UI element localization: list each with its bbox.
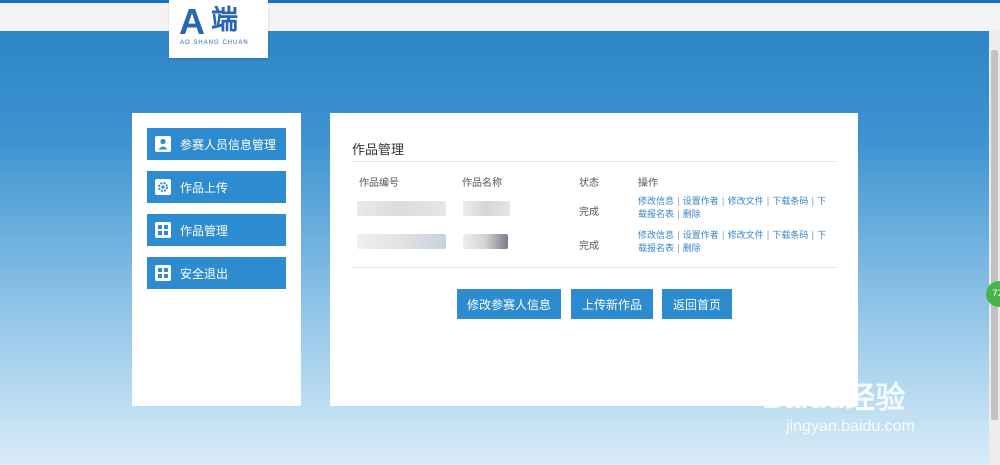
- status-text: 完成: [579, 207, 599, 218]
- edit-info-link[interactable]: 修改信息: [638, 231, 674, 241]
- grid-icon: [155, 222, 171, 238]
- divider: [352, 267, 836, 268]
- delete-link[interactable]: 删除: [683, 210, 701, 220]
- column-header-id: 作品编号: [359, 178, 399, 189]
- column-header-actions: 操作: [638, 178, 658, 189]
- status-text: 完成: [579, 241, 599, 252]
- column-header-status: 状态: [579, 178, 599, 189]
- top-bar: [0, 0, 1000, 31]
- sidebar-item-upload[interactable]: 作品上传: [147, 171, 286, 203]
- back-home-button[interactable]: 返回首页: [662, 289, 732, 319]
- redacted-work-name: [463, 234, 508, 249]
- download-barcode-link[interactable]: 下载条码: [772, 231, 808, 241]
- gear-icon: [155, 179, 171, 195]
- sidebar: 参赛人员信息管理 作品上传 作品管理 安全退出: [132, 113, 301, 406]
- edit-file-link[interactable]: 修改文件: [728, 197, 764, 207]
- sidebar-item-participants[interactable]: 参赛人员信息管理: [147, 128, 286, 160]
- logo-glyph: 端: [211, 5, 238, 36]
- site-logo[interactable]: A 端 AO SHANG CHUAN: [169, 0, 268, 58]
- sidebar-item-label: 作品上传: [180, 180, 229, 195]
- scrollbar-thumb[interactable]: [991, 50, 998, 420]
- divider: [352, 161, 836, 162]
- upload-new-work-button[interactable]: 上传新作品: [571, 289, 653, 319]
- delete-link[interactable]: 删除: [683, 244, 701, 254]
- row-actions: 修改信息 | 设置作者 | 修改文件 | 下载条码 | 下载报名表 | 删除: [638, 231, 827, 254]
- logo-mark: A: [179, 1, 205, 42]
- edit-file-link[interactable]: 修改文件: [728, 231, 764, 241]
- download-barcode-link[interactable]: 下载条码: [772, 197, 808, 207]
- watermark-brand: Baidu经验: [762, 382, 906, 415]
- works-panel: 作品管理 作品编号 作品名称 状态 操作 完成 修改信息 | 设置作者 | 修改…: [330, 113, 858, 406]
- sidebar-item-logout[interactable]: 安全退出: [147, 257, 286, 289]
- edit-participant-button[interactable]: 修改参赛人信息: [457, 289, 561, 319]
- redacted-work-id: [357, 234, 446, 249]
- sidebar-item-manage[interactable]: 作品管理: [147, 214, 286, 246]
- sidebar-item-label: 作品管理: [180, 223, 229, 238]
- column-header-name: 作品名称: [462, 178, 502, 189]
- sidebar-item-label: 参赛人员信息管理: [180, 137, 277, 152]
- sidebar-item-label: 安全退出: [180, 266, 229, 281]
- edit-info-link[interactable]: 修改信息: [638, 197, 674, 207]
- page-title: 作品管理: [352, 143, 405, 158]
- redacted-work-id: [357, 201, 446, 216]
- redacted-work-name: [463, 201, 510, 216]
- set-author-link[interactable]: 设置作者: [683, 197, 719, 207]
- logo-subtitle: AO SHANG CHUAN: [180, 40, 249, 46]
- row-actions: 修改信息 | 设置作者 | 修改文件 | 下载条码 | 下载报名表 | 删除: [638, 197, 827, 220]
- set-author-link[interactable]: 设置作者: [683, 231, 719, 241]
- watermark-url: jingyan.baidu.com: [786, 418, 915, 435]
- user-icon: [155, 136, 171, 152]
- grid-icon: [155, 265, 171, 281]
